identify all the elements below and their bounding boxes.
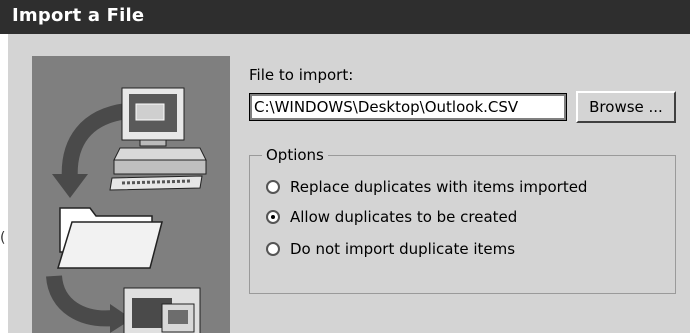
radio-button-selected-icon <box>266 210 280 224</box>
file-to-import-label: File to import: <box>249 66 354 84</box>
radio-label: Replace duplicates with items imported <box>290 178 588 196</box>
radio-button-icon <box>266 180 280 194</box>
window-title: Import a File <box>12 5 145 26</box>
radio-button-icon <box>266 242 280 256</box>
edge-mark: ( <box>0 230 6 246</box>
file-path-input[interactable] <box>249 93 567 121</box>
radio-label: Do not import duplicate items <box>290 240 516 258</box>
browse-button[interactable]: Browse ... <box>576 91 676 123</box>
radio-allow-duplicates[interactable]: Allow duplicates to be created <box>266 206 666 228</box>
browse-button-label: Browse ... <box>589 98 663 116</box>
radio-label: Allow duplicates to be created <box>290 208 518 226</box>
import-file-dialog: Import a File (File to import: C:\WINDO… <box>0 0 690 333</box>
options-legend: Options <box>262 146 328 164</box>
title-bar[interactable]: Import a File <box>0 0 690 34</box>
folder-icon <box>56 207 163 269</box>
wizard-illustration <box>32 56 230 333</box>
left-edge: ( <box>0 34 8 333</box>
computer-icon <box>109 87 207 191</box>
radio-do-not-import-duplicates[interactable]: Do not import duplicate items <box>266 238 666 260</box>
lower-arrow-icon <box>46 274 132 333</box>
document-window-icon <box>123 287 201 333</box>
radio-replace-duplicates[interactable]: Replace duplicates with items imported <box>266 176 666 198</box>
